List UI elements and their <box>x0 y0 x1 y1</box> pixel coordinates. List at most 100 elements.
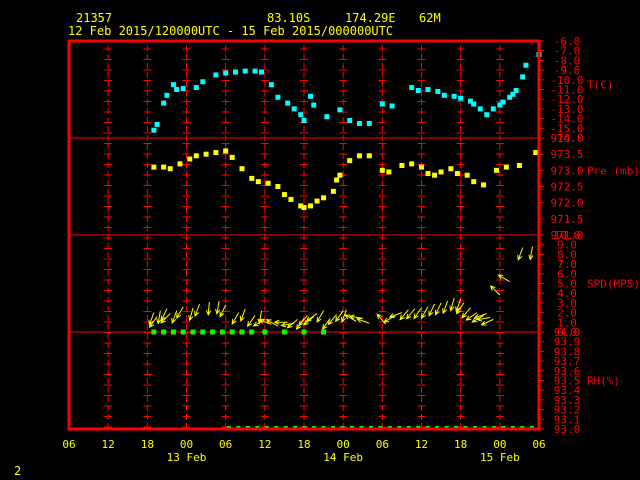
pressure-point <box>203 151 209 157</box>
wind-arrow <box>355 317 370 324</box>
pressure-point <box>255 179 261 185</box>
wind-arrow <box>286 319 298 329</box>
wind-arrow <box>176 306 184 320</box>
pressure-point <box>464 172 470 178</box>
temperature-point <box>213 72 219 78</box>
pressure-point <box>229 154 235 160</box>
pressure-point <box>308 203 314 209</box>
wind-arrow <box>528 246 534 261</box>
wind-arrow <box>215 300 221 315</box>
x-tick-label: 12 <box>102 438 115 451</box>
pressure-point <box>481 182 487 188</box>
temperature-point <box>180 86 186 92</box>
date-label: 13 Feb <box>167 451 207 464</box>
temperature-point <box>154 121 160 127</box>
temperature-point <box>379 101 385 107</box>
temperature-point <box>200 79 206 85</box>
wind-arrow <box>480 318 494 326</box>
temperature-point <box>161 100 167 106</box>
humidity-point <box>229 329 235 335</box>
date-label: 14 Feb <box>323 451 363 464</box>
x-tick-label: 00 <box>180 438 193 451</box>
wind-arrow <box>171 310 178 324</box>
pressure-point <box>161 164 167 170</box>
humidity-axis-label: RH(%) <box>587 375 620 388</box>
humidity-point <box>281 329 287 335</box>
y-tick-label: 973.0 <box>550 164 583 177</box>
temperature-point <box>523 62 529 68</box>
temperature-point <box>484 112 490 118</box>
wind-arrow <box>413 307 422 320</box>
temperature-point <box>409 85 415 91</box>
temperature-point <box>389 103 395 109</box>
temperature-point <box>174 87 180 92</box>
temperature-point <box>451 93 457 99</box>
wind-arrow <box>388 312 403 319</box>
pressure-point <box>193 153 199 159</box>
wind-arrow <box>188 307 194 322</box>
humidity-point <box>170 329 176 335</box>
temperature-point <box>301 118 307 124</box>
humidity-point <box>190 329 196 335</box>
temperature-point <box>490 106 496 112</box>
pressure-point <box>366 153 372 159</box>
pressure-point <box>249 175 255 181</box>
pressure-point <box>356 153 362 159</box>
x-tick-label: 18 <box>454 438 467 451</box>
temperature-point <box>425 87 431 92</box>
wind-arrow <box>461 307 471 319</box>
pressure-point <box>379 167 385 173</box>
y-tick-label: 972.0 <box>550 197 583 210</box>
wind-arrow <box>435 302 442 316</box>
pressure-point <box>239 166 245 172</box>
wind-arrow <box>517 247 524 261</box>
wind-arrow <box>476 316 491 322</box>
temperature-point <box>435 88 441 94</box>
pressure-point <box>471 179 477 185</box>
temperature-point <box>259 69 265 75</box>
humidity-point <box>151 329 157 335</box>
pressure-point <box>301 205 307 211</box>
pressure-point <box>334 177 340 183</box>
x-tick-label: 18 <box>141 438 154 451</box>
pressure-point <box>503 164 509 170</box>
pressure-axis-label: Pre (mb) <box>587 164 640 177</box>
pressure-point <box>288 196 294 202</box>
x-tick-label: 00 <box>337 438 350 451</box>
pressure-point <box>425 171 431 177</box>
temperature-point <box>291 106 297 112</box>
pressure-point <box>337 172 343 178</box>
wind-arrow <box>420 306 429 320</box>
pressure-point <box>409 161 415 167</box>
x-tick-label: 00 <box>493 438 506 451</box>
temperature-axis-label: T(C) <box>587 79 614 92</box>
wind-arrow <box>428 303 436 317</box>
meteogram-chart: 06 12 18 00 06 12 18 00 06 12 18 00 06 13 Feb 14 Feb 15… <box>62 35 640 464</box>
humidity-point <box>219 329 225 335</box>
humidity-point <box>200 329 206 335</box>
pressure-point <box>347 158 353 164</box>
wind-arrow <box>376 313 386 325</box>
temperature-point <box>232 69 238 75</box>
temperature-point <box>520 74 526 80</box>
temperature-point <box>242 68 248 74</box>
pressure-point <box>177 161 183 167</box>
temperature-point <box>337 107 343 113</box>
wind-arrow <box>465 312 478 321</box>
y-tick-label: 93.0 <box>554 423 581 436</box>
wind-arrow <box>442 300 449 315</box>
y-tick-label: 972.5 <box>550 181 583 194</box>
pressure-point <box>213 150 219 156</box>
pressure-point <box>223 148 229 154</box>
wind-arrow <box>194 303 201 318</box>
pressure-point <box>494 167 500 173</box>
temperature-point <box>298 112 304 118</box>
x-tick-label: 18 <box>297 438 310 451</box>
pressure-point <box>399 162 405 168</box>
pressure-point <box>516 162 522 168</box>
x-tick-label: 06 <box>376 438 389 451</box>
pressure-point <box>432 172 438 178</box>
temperature-point <box>347 118 353 124</box>
y-tick-label: 974.0 <box>550 132 583 145</box>
pressure-point <box>151 164 157 170</box>
